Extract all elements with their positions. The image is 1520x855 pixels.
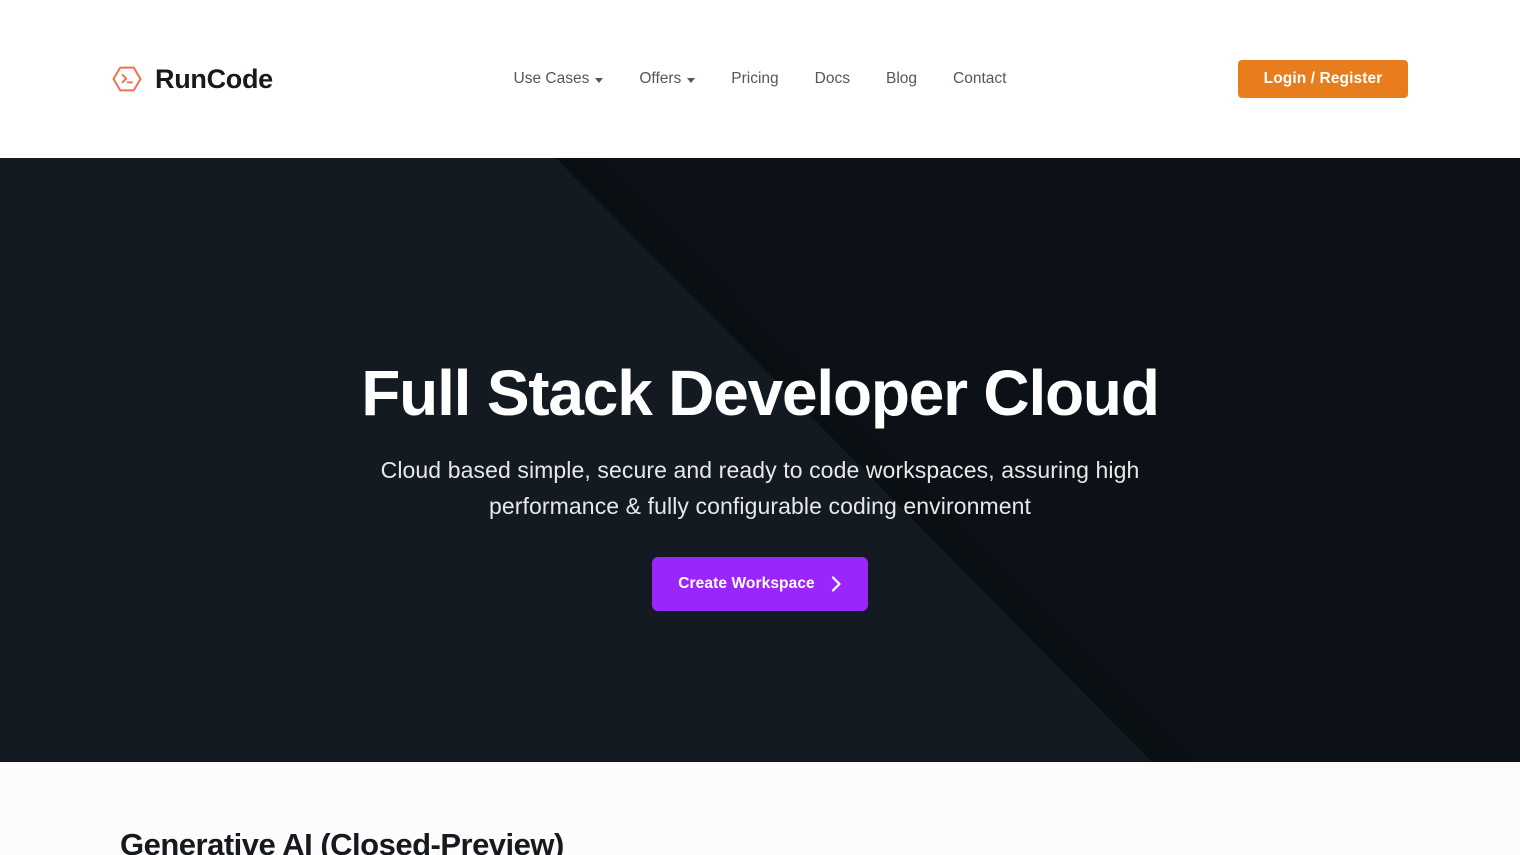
- chevron-down-icon: [595, 77, 604, 83]
- generative-ai-section: Generative AI (Closed-Preview): [0, 762, 1520, 855]
- nav-item-pricing[interactable]: Pricing: [713, 63, 796, 95]
- login-register-button[interactable]: Login / Register: [1238, 60, 1408, 98]
- nav-label-blog: Blog: [886, 70, 918, 88]
- generative-ai-heading: Generative AI (Closed-Preview): [120, 827, 564, 855]
- nav-item-use-cases[interactable]: Use Cases: [496, 63, 622, 95]
- hexagon-terminal-prompt-icon: [112, 66, 142, 92]
- hero-content: Full Stack Developer Cloud Cloud based s…: [0, 158, 1520, 611]
- create-workspace-label: Create Workspace: [678, 574, 815, 592]
- brand-name: RunCode: [155, 63, 273, 94]
- nav-item-offers[interactable]: Offers: [621, 63, 713, 95]
- nav-label-docs: Docs: [814, 70, 850, 88]
- nav-label-offers: Offers: [639, 70, 682, 88]
- chevron-right-icon: [831, 576, 841, 592]
- site-header: RunCode Use Cases Offers Pricing Docs Bl…: [0, 0, 1520, 158]
- create-workspace-button[interactable]: Create Workspace: [652, 556, 868, 611]
- page-root: RunCode Use Cases Offers Pricing Docs Bl…: [0, 0, 1520, 855]
- nav-item-blog[interactable]: Blog: [868, 63, 935, 95]
- header-actions: Login / Register: [1238, 60, 1408, 98]
- hero-section: Full Stack Developer Cloud Cloud based s…: [0, 158, 1520, 762]
- nav-item-contact[interactable]: Contact: [935, 63, 1024, 95]
- nav-item-docs[interactable]: Docs: [797, 63, 868, 95]
- chevron-down-icon: [687, 77, 696, 83]
- nav-label-contact: Contact: [953, 70, 1007, 88]
- nav-label-use-cases: Use Cases: [513, 70, 590, 88]
- brand-logo-link[interactable]: RunCode: [112, 64, 273, 94]
- hero-subtitle: Cloud based simple, secure and ready to …: [380, 456, 1140, 519]
- hero-title: Full Stack Developer Cloud: [361, 357, 1160, 429]
- nav-label-pricing: Pricing: [731, 70, 779, 88]
